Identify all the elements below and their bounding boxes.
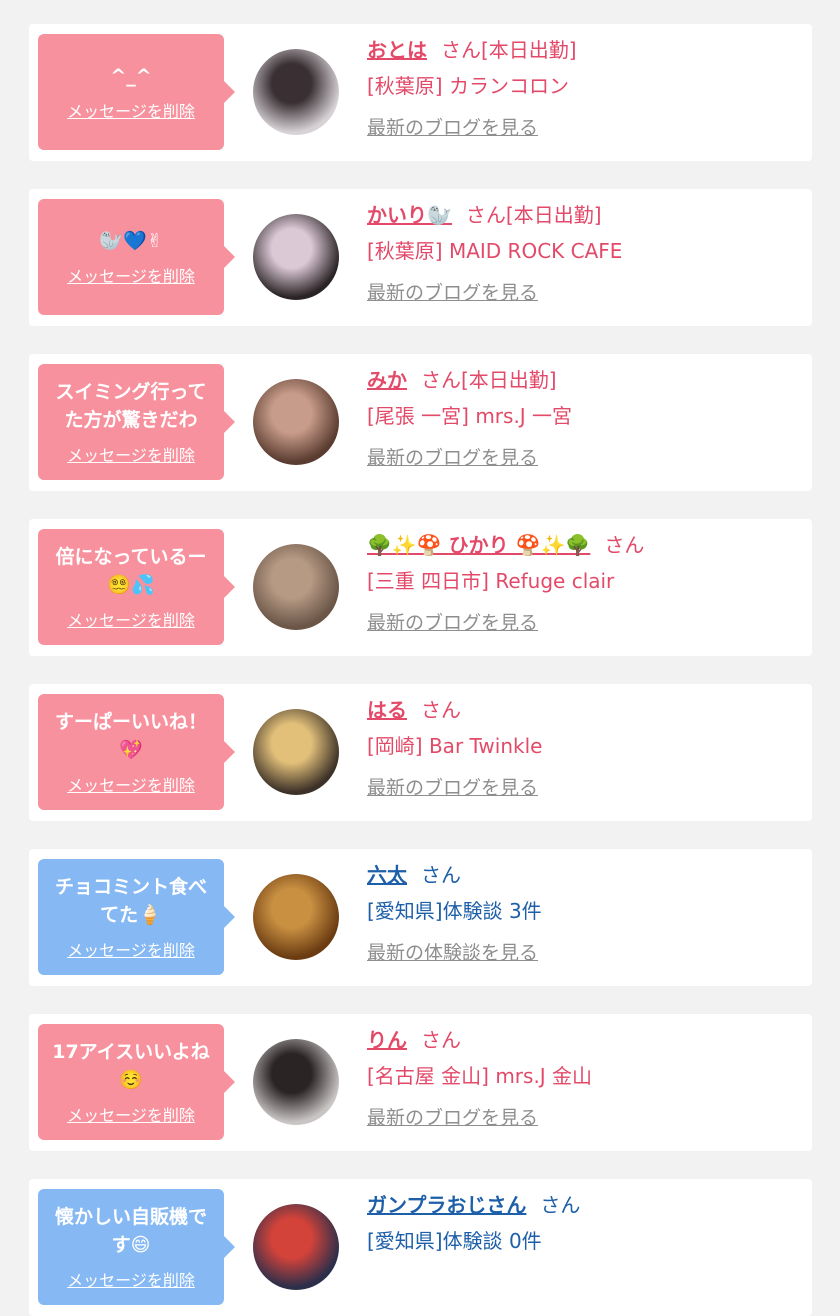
profile-name-link[interactable]: かいり🦭 <box>367 203 452 227</box>
profile-info: 🌳✨🍄 ひかり 🍄✨🌳 さん [三重 四日市] Refuge clair 最新のブ… <box>367 527 800 641</box>
message-bubble: スイミング行ってた方が驚きだわ メッセージを削除 <box>38 364 235 480</box>
shop-detail: [愛知県]体験談 3件 <box>367 899 542 923</box>
list-item: スイミング行ってた方が驚きだわ メッセージを削除 みか さん[本日出勤] [尾張 … <box>29 354 812 491</box>
delete-message-link[interactable]: メッセージを削除 <box>67 1102 195 1126</box>
avatar[interactable] <box>253 379 339 465</box>
list-item: 懐かしい自販機です😄 メッセージを削除 ガンプラおじさん さん [愛知県]体験談 … <box>29 1179 812 1316</box>
shop-detail: [三重 四日市] Refuge clair <box>367 569 615 593</box>
avatar[interactable] <box>253 1204 339 1290</box>
list-item: 17アイスいいよね☺️ メッセージを削除 りん さん [名古屋 金山] mrs.J… <box>29 1014 812 1151</box>
latest-post-link[interactable]: 最新のブログを見る <box>367 110 538 146</box>
latest-post-link[interactable]: 最新のブログを見る <box>367 440 538 476</box>
message-bubble: 17アイスいいよね☺️ メッセージを削除 <box>38 1024 235 1140</box>
profile-info: りん さん [名古屋 金山] mrs.J 金山 最新のブログを見る <box>367 1022 800 1136</box>
message-bubble: ^_^ メッセージを削除 <box>38 34 235 150</box>
delete-message-link[interactable]: メッセージを削除 <box>67 937 195 961</box>
message-bubble: チョコミント食べてた🍦 メッセージを削除 <box>38 859 235 975</box>
avatar[interactable] <box>253 214 339 300</box>
delete-message-link[interactable]: メッセージを削除 <box>67 607 195 631</box>
shop-detail: [秋葉原] MAID ROCK CAFE <box>367 239 623 263</box>
profile-name-link[interactable]: はる <box>367 698 407 722</box>
latest-post-link[interactable]: 最新のブログを見る <box>367 275 538 311</box>
list-item: チョコミント食べてた🍦 メッセージを削除 六太 さん [愛知県]体験談 3件 最新… <box>29 849 812 986</box>
latest-post-link[interactable]: 最新の体験談を見る <box>367 935 538 971</box>
shop-detail: [尾張 一宮] mrs.J 一宮 <box>367 404 573 428</box>
delete-message-link[interactable]: メッセージを削除 <box>67 1267 195 1291</box>
avatar[interactable] <box>253 544 339 630</box>
message-text: ^_^ <box>110 65 152 87</box>
shop-detail: [愛知県]体験談 0件 <box>367 1229 542 1253</box>
list-item: ^_^ メッセージを削除 おとは さん[本日出勤] [秋葉原] カランコロン 最新… <box>29 24 812 161</box>
message-bubble: 倍になっているー😵‍💫💦 メッセージを削除 <box>38 529 235 645</box>
avatar[interactable] <box>253 49 339 135</box>
list-item: 🦭💙✌ メッセージを削除 かいり🦭 さん[本日出勤] [秋葉原] MAID ROC… <box>29 189 812 326</box>
name-suffix: さん <box>421 698 461 722</box>
profile-info: はる さん [岡崎] Bar Twinkle 最新のブログを見る <box>367 692 800 806</box>
name-suffix: さん[本日出勤] <box>421 368 557 392</box>
message-list: ^_^ メッセージを削除 おとは さん[本日出勤] [秋葉原] カランコロン 最新… <box>0 0 840 1316</box>
profile-info: 六太 さん [愛知県]体験談 3件 最新の体験談を見る <box>367 857 800 971</box>
profile-info: ガンプラおじさん さん [愛知県]体験談 0件 <box>367 1187 800 1259</box>
delete-message-link[interactable]: メッセージを削除 <box>67 263 195 287</box>
message-text: 倍になっているー😵‍💫💦 <box>55 546 207 596</box>
message-bubble: 懐かしい自販機です😄 メッセージを削除 <box>38 1189 235 1305</box>
shop-detail: [秋葉原] カランコロン <box>367 74 569 98</box>
message-text: スイミング行ってた方が驚きだわ <box>55 381 207 431</box>
list-item: すーぱーいいね！💖 メッセージを削除 はる さん [岡崎] Bar Twinkle… <box>29 684 812 821</box>
name-suffix: さん <box>421 863 461 887</box>
profile-name-link[interactable]: みか <box>367 368 407 392</box>
message-text: すーぱーいいね！💖 <box>54 711 207 761</box>
delete-message-link[interactable]: メッセージを削除 <box>67 442 195 466</box>
profile-name-link[interactable]: 🌳✨🍄 ひかり 🍄✨🌳 <box>367 533 590 557</box>
latest-post-link[interactable]: 最新のブログを見る <box>367 1100 538 1136</box>
profile-info: かいり🦭 さん[本日出勤] [秋葉原] MAID ROCK CAFE 最新のブログ… <box>367 197 800 311</box>
profile-info: みか さん[本日出勤] [尾張 一宮] mrs.J 一宮 最新のブログを見る <box>367 362 800 476</box>
message-bubble: すーぱーいいね！💖 メッセージを削除 <box>38 694 235 810</box>
message-text: 17アイスいいよね☺️ <box>52 1041 210 1091</box>
latest-post-link[interactable]: 最新のブログを見る <box>367 770 538 806</box>
avatar[interactable] <box>253 709 339 795</box>
name-suffix: さん[本日出勤] <box>465 203 602 227</box>
name-suffix: さん[本日出勤] <box>441 38 577 62</box>
profile-name-link[interactable]: おとは <box>367 38 427 62</box>
message-bubble: 🦭💙✌ メッセージを削除 <box>38 199 235 315</box>
avatar[interactable] <box>253 1039 339 1125</box>
shop-detail: [名古屋 金山] mrs.J 金山 <box>367 1064 593 1088</box>
profile-info: おとは さん[本日出勤] [秋葉原] カランコロン 最新のブログを見る <box>367 32 800 146</box>
profile-name-link[interactable]: 六太 <box>367 863 407 887</box>
name-suffix: さん <box>604 533 645 557</box>
profile-name-link[interactable]: ガンプラおじさん <box>367 1193 526 1217</box>
delete-message-link[interactable]: メッセージを削除 <box>67 772 195 796</box>
name-suffix: さん <box>540 1193 581 1217</box>
shop-detail: [岡崎] Bar Twinkle <box>367 734 543 758</box>
message-text: 懐かしい自販機です😄 <box>54 1206 207 1256</box>
delete-message-link[interactable]: メッセージを削除 <box>67 98 195 122</box>
message-text: 🦭💙✌ <box>99 230 163 252</box>
avatar[interactable] <box>253 874 339 960</box>
message-text: チョコミント食べてた🍦 <box>54 876 207 926</box>
name-suffix: さん <box>421 1028 461 1052</box>
profile-name-link[interactable]: りん <box>367 1028 407 1052</box>
list-item: 倍になっているー😵‍💫💦 メッセージを削除 🌳✨🍄 ひかり 🍄✨🌳 さん [三重 … <box>29 519 812 656</box>
latest-post-link[interactable]: 最新のブログを見る <box>367 605 538 641</box>
